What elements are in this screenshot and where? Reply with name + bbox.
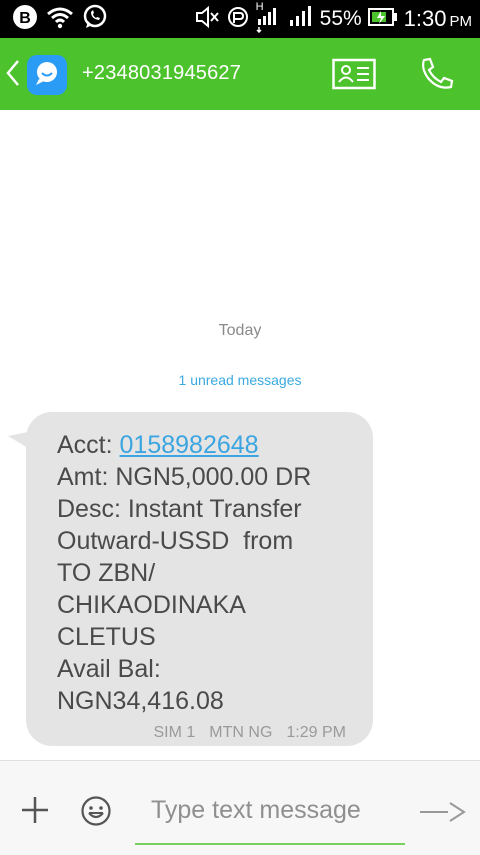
signal-sim2-icon: [288, 4, 314, 35]
data-saver-icon: [226, 5, 250, 34]
svg-text:B: B: [19, 10, 31, 27]
message-meta: SIM 1 MTN NG 1:29 PM: [154, 724, 347, 742]
conversation-header: +2348031945627: [0, 38, 480, 110]
status-right-icons: H 55% 1:30 PM: [194, 1, 472, 35]
send-arrow-icon[interactable]: [418, 797, 468, 832]
battery-charging-icon: [367, 7, 398, 31]
message-line: TO ZBN/: [57, 559, 156, 587]
account-number-link[interactable]: 0158982648: [120, 431, 259, 459]
message-line: Amt: NGN5,000.00 DR: [57, 463, 312, 491]
message-line: Desc: Instant Transfer: [57, 495, 302, 523]
message-acct-line: Acct: 0158982648: [57, 429, 373, 461]
status-left-icons: B: [12, 4, 108, 35]
attach-plus-icon[interactable]: [20, 795, 50, 830]
composer-bar: [0, 760, 480, 855]
message-bubble-icon: [33, 59, 61, 92]
incoming-message-bubble[interactable]: Acct: 0158982648 Amt: NGN5,000.00 DR Des…: [26, 412, 373, 746]
signal-sim1-icon: H: [256, 1, 282, 33]
message-line: NGN34,416.08: [57, 687, 224, 715]
emoji-icon[interactable]: [80, 795, 112, 832]
message-line: Avail Bal:: [57, 655, 161, 683]
message-input[interactable]: [149, 791, 403, 829]
message-input-container[interactable]: [135, 781, 405, 845]
day-separator: Today: [218, 322, 262, 339]
sim-label: SIM 1: [153, 724, 196, 741]
contact-card-icon[interactable]: [332, 58, 376, 95]
b-app-icon: B: [12, 4, 38, 35]
clock-ampm: PM: [449, 13, 473, 30]
message-line: Outward-USSD from: [57, 527, 294, 555]
wifi-icon: [46, 5, 74, 34]
message-line: CHIKAODINAKA: [57, 591, 246, 619]
whatsapp-icon: [82, 4, 108, 35]
mute-icon: [194, 5, 220, 34]
battery-percent: 55%: [319, 7, 362, 30]
message-line: CLETUS: [57, 623, 156, 651]
back-arrow-icon[interactable]: [4, 58, 22, 93]
message-time: 1:29 PM: [286, 724, 346, 741]
carrier-label: MTN NG: [209, 724, 273, 741]
phone-call-icon[interactable]: [418, 56, 456, 97]
unread-notice: 1 unread messages: [178, 372, 302, 388]
clock-hours: 1:30: [403, 6, 447, 31]
acct-label: Acct:: [57, 431, 120, 459]
status-bar: B H 55% 1:30 PM: [0, 0, 480, 38]
clock-time: 1:30 PM: [404, 6, 472, 32]
contact-number: +2348031945627: [82, 62, 242, 84]
contact-avatar[interactable]: [27, 55, 67, 95]
